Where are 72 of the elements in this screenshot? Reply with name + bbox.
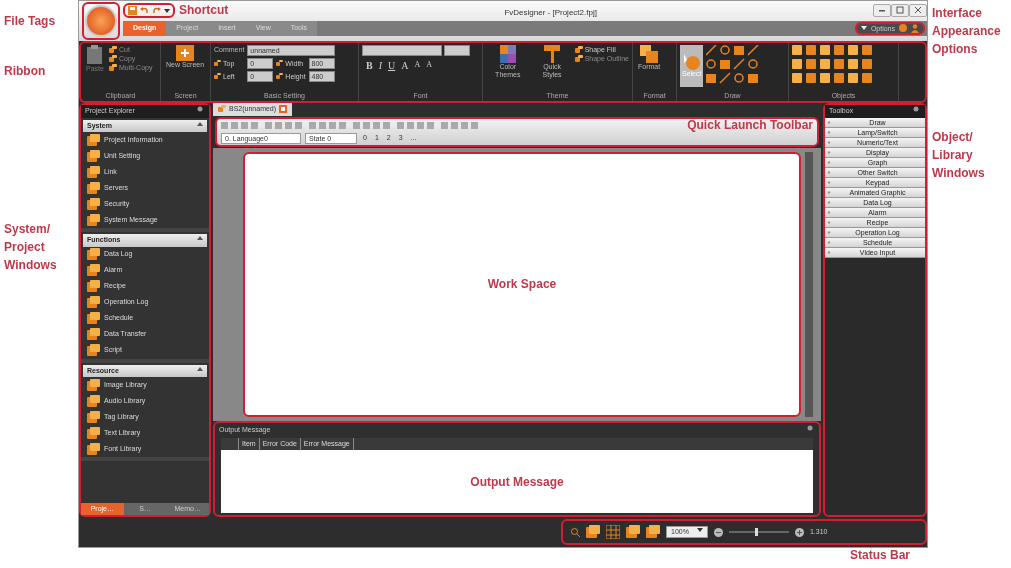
undo-icon[interactable] [140,5,149,15]
tile-icon [214,60,221,67]
tile-icon [87,264,100,277]
annotation-label: Output Message [470,473,564,491]
zoom-out-icon[interactable] [713,527,723,537]
tile-icon [87,344,100,357]
annotation-label: Status Bar [850,547,912,564]
annotation-label: System/ Project Windows [4,221,58,274]
color-squares-icon [499,45,516,63]
tile-icon [87,328,100,341]
grow-font-button[interactable]: A [414,59,421,72]
paint-roller-icon [544,45,561,63]
font-family-field[interactable] [362,45,442,56]
tile-icon [87,133,100,147]
tile-icon [586,525,600,539]
close-button[interactable] [909,3,927,17]
annotation-label: File Tags [4,13,57,30]
tile-icon [87,197,100,211]
annotation-label: Interface Appearance Options [932,5,1002,58]
clipboard-icon [86,45,104,65]
bold-button[interactable]: B [366,59,373,72]
tile-icon [87,280,100,293]
tile-icon [626,525,640,539]
app-menu-button[interactable] [82,2,120,40]
tile-icon [87,394,100,408]
annotation-label: Ribbon [4,63,47,80]
tile-icon [87,296,100,309]
font-color-button[interactable]: A [401,59,409,72]
tile-icon [646,525,660,539]
shrink-font-button[interactable]: A [426,59,433,72]
object-icons-drawing[interactable] [792,45,872,83]
stacked-squares-icon [640,45,659,63]
person-icon[interactable] [911,23,919,33]
shape-tools-drawing[interactable] [706,45,761,85]
tile-icon [87,181,100,195]
collapse-icon [197,120,203,127]
collapse-icon [197,365,203,372]
tile-icon [87,312,100,325]
tile-icon [276,73,284,80]
tile-icon [218,105,226,114]
slider-thumb[interactable] [754,528,758,536]
scrollbar[interactable] [805,151,813,417]
tile-icon [574,45,583,54]
font-size-field[interactable] [444,45,470,56]
plus-icon [176,45,195,61]
minimize-button[interactable] [873,3,891,17]
tile-icon [276,60,284,67]
annotation-label: Shortcut [179,2,229,19]
magnifier-icon[interactable] [571,527,580,537]
underline-button[interactable]: U [388,59,396,72]
caret-icon[interactable] [860,25,867,32]
tile-icon [87,213,100,227]
window-title: FvDesigner - [Project2.fpj] [503,7,598,19]
tile-icon [87,410,100,424]
save-icon[interactable] [128,5,137,15]
tile-icon [87,378,100,392]
tile-icon [87,442,100,456]
annotation-label: Object/ Library Windows [932,129,986,182]
grid-icon[interactable] [606,525,620,539]
tile-icon [87,149,100,163]
cursor-shape-icon [683,54,700,71]
zoom-in-icon[interactable] [794,527,804,537]
annotation-label: Quick Launch Toolbar [687,119,813,131]
annotation-label: Work Space [487,276,557,294]
tile-icon [87,248,100,261]
caret-icon [696,526,703,533]
italic-button[interactable]: I [378,59,382,72]
collapse-icon [197,235,203,241]
tile-icon [214,73,221,80]
close-icon[interactable] [279,105,288,114]
tile-icon [87,426,100,440]
tile-icon [87,165,100,179]
